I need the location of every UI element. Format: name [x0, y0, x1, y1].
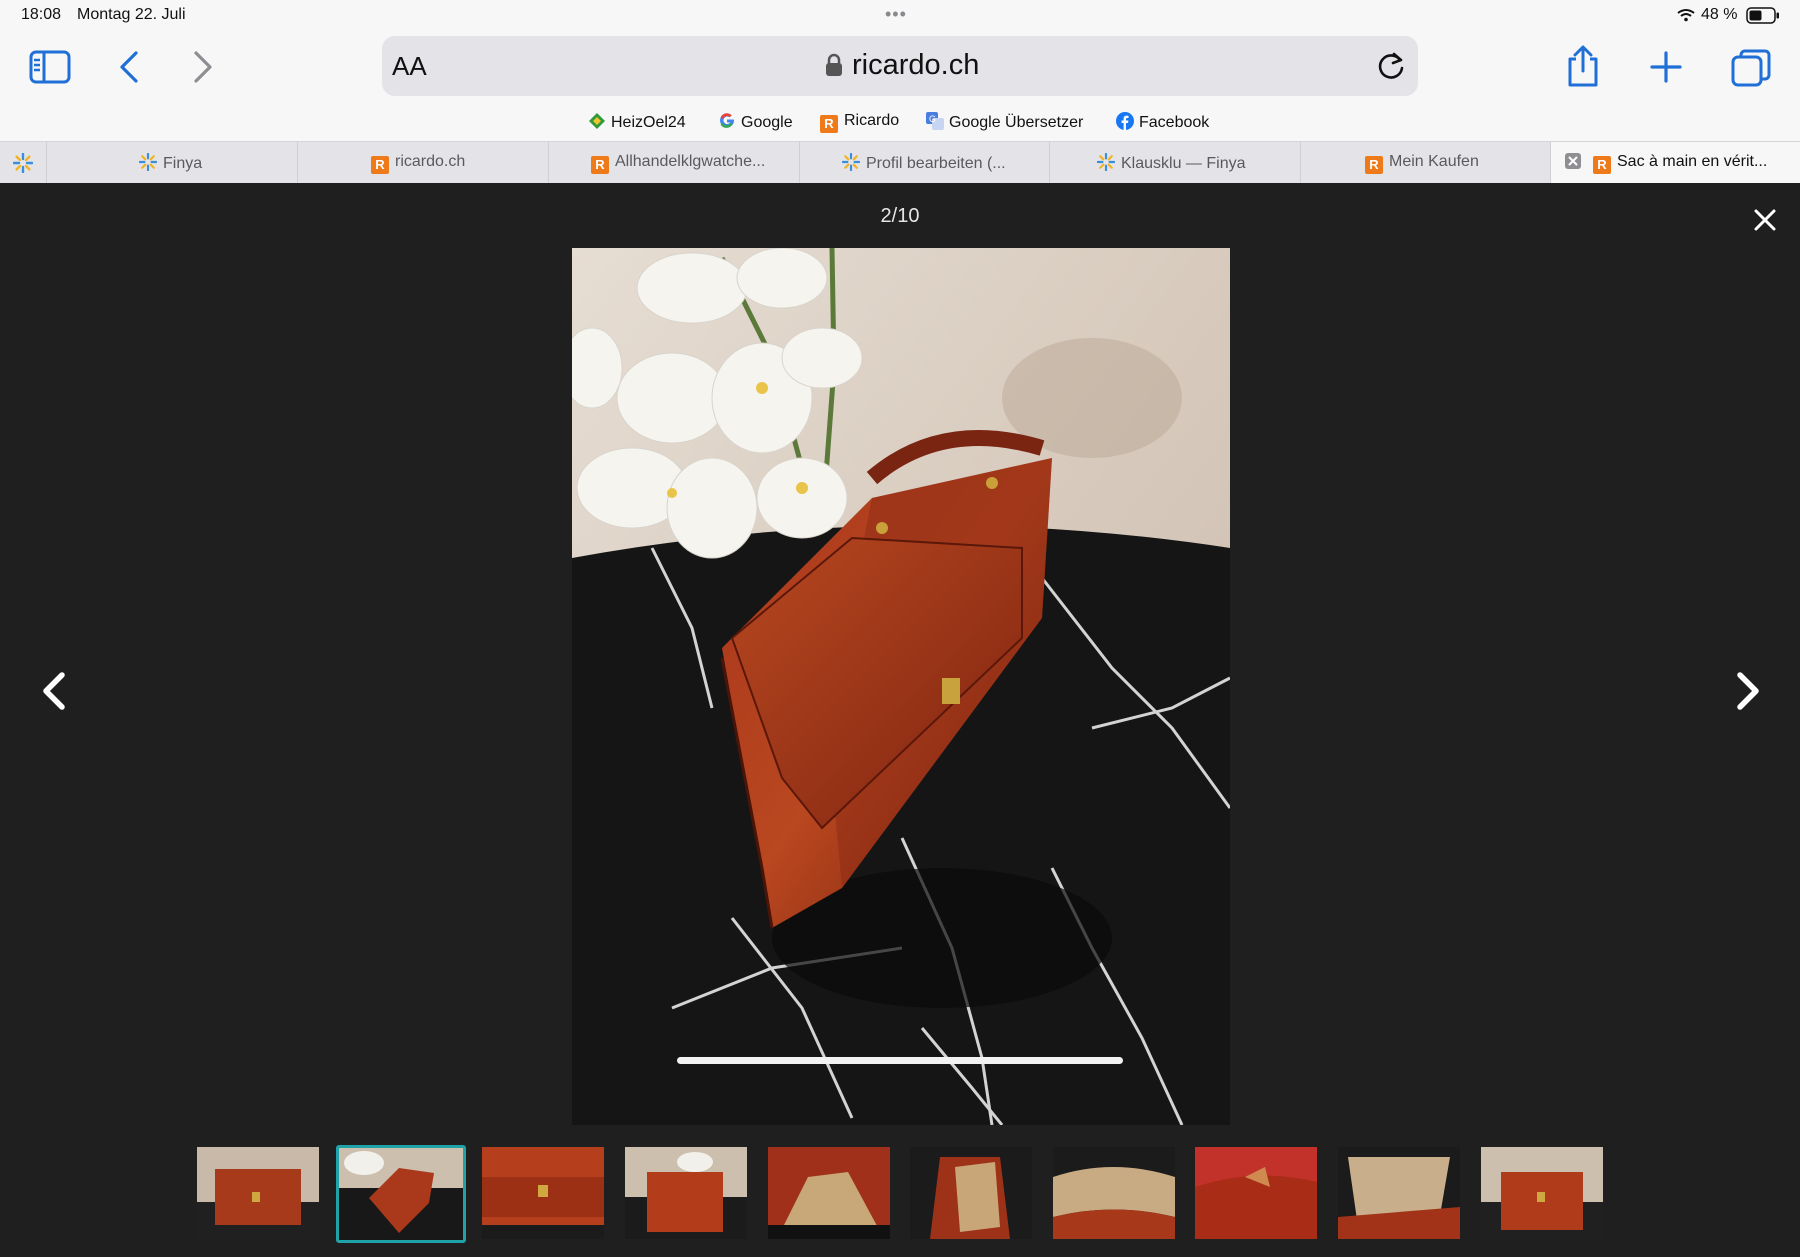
tab-sac-a-main-active[interactable]: R Sac à main en vérit... — [1550, 142, 1800, 183]
google-g-icon — [718, 112, 736, 130]
status-date: Montag 22. Juli — [77, 6, 186, 23]
lock-icon — [825, 53, 843, 82]
thumbnail-6[interactable] — [910, 1147, 1032, 1239]
tab-label: Mein Kaufen — [1389, 153, 1479, 170]
thumbnail-8[interactable] — [1195, 1147, 1317, 1239]
sidebar-toggle-icon[interactable] — [29, 50, 71, 89]
url-host: ricardo.ch — [852, 49, 980, 81]
tab-ricardo[interactable]: Rricardo.ch — [297, 142, 548, 183]
back-chevron-icon[interactable] — [118, 50, 140, 89]
multitasking-dots-icon[interactable]: ••• — [885, 4, 907, 25]
reload-icon[interactable] — [1376, 50, 1406, 87]
svg-text:G: G — [929, 114, 936, 124]
tab-bar: Finya Rricardo.ch R Allhandelklgwatche...… — [0, 141, 1800, 183]
facebook-icon — [1116, 112, 1134, 130]
ricardo-icon: R — [1365, 156, 1383, 174]
new-tab-plus-icon[interactable] — [1650, 51, 1682, 88]
tab-klausklu-finya[interactable]: Klausklu — Finya — [1049, 142, 1300, 183]
tab-label: Finya — [163, 155, 203, 172]
favorite-heizoel24[interactable]: HeizOel24 — [588, 112, 686, 132]
thumbnail-9[interactable] — [1338, 1147, 1460, 1239]
thumbnail-4[interactable] — [625, 1147, 747, 1239]
thumbnail-1[interactable] — [197, 1147, 319, 1239]
tab-label: Profil bearbeiten (... — [866, 155, 1006, 172]
favorite-label: Google Übersetzer — [949, 114, 1084, 131]
tab-mein-kaufen[interactable]: R Mein Kaufen — [1300, 142, 1550, 183]
share-icon[interactable] — [1566, 45, 1600, 92]
finya-icon — [841, 152, 861, 172]
status-time: 18:08 — [21, 6, 62, 23]
favorite-label: Ricardo — [844, 112, 900, 129]
battery-icon — [1746, 7, 1780, 29]
image-counter: 2/10 — [880, 205, 920, 227]
heizoel-diamond-icon — [588, 112, 606, 130]
close-icon[interactable] — [1750, 205, 1780, 235]
tab-label: Allhandelklgwatche... — [615, 153, 766, 170]
home-indicator[interactable] — [677, 1057, 1123, 1064]
thumbnail-3[interactable] — [482, 1147, 604, 1239]
image-lightbox: 2/10 — [0, 183, 1800, 1257]
favorite-google-translate[interactable]: G Google Übersetzer — [926, 112, 1083, 132]
next-image-arrow-icon[interactable] — [1730, 663, 1766, 719]
product-photo-leather-bag — [572, 248, 1230, 1125]
ricardo-icon: R — [371, 156, 389, 174]
browser-chrome: 18:08 Montag 22. Juli ••• 48 % AA ricard… — [0, 0, 1800, 183]
tab-label: ricardo.ch — [395, 153, 466, 170]
tab-profil-bearbeiten[interactable]: Profil bearbeiten (... — [799, 142, 1049, 183]
finya-icon — [12, 152, 34, 178]
favorite-google[interactable]: Google — [718, 112, 793, 132]
text-size-button[interactable]: AA — [392, 51, 427, 82]
thumbnail-2-selected[interactable] — [336, 1145, 466, 1243]
thumbnail-10[interactable] — [1481, 1147, 1603, 1239]
translate-icon: G — [926, 112, 944, 130]
ricardo-icon: R — [1593, 156, 1611, 174]
battery-percent: 48 % — [1701, 6, 1738, 23]
thumbnail-strip — [0, 1145, 1800, 1243]
tab-overview-icon[interactable] — [1731, 49, 1771, 92]
ricardo-icon: R — [820, 115, 838, 133]
favorite-label: HeizOel24 — [611, 114, 686, 131]
favorite-ricardo[interactable]: R Ricardo — [820, 112, 899, 133]
forward-chevron-icon[interactable] — [192, 50, 214, 89]
previous-image-arrow-icon[interactable] — [36, 663, 72, 719]
tab-label: Klausklu — Finya — [1121, 155, 1246, 172]
tab-close-icon[interactable] — [1565, 153, 1581, 174]
favorite-label: Google — [741, 114, 793, 131]
thumbnail-7[interactable] — [1053, 1147, 1175, 1239]
finya-icon — [138, 152, 158, 172]
ricardo-icon: R — [591, 156, 609, 174]
favorite-facebook[interactable]: Facebook — [1116, 112, 1209, 132]
address-bar[interactable]: AA ricardo.ch — [382, 36, 1418, 96]
thumbnail-5[interactable] — [768, 1147, 890, 1239]
tab-allhandel[interactable]: R Allhandelklgwatche... — [548, 142, 799, 183]
finya-icon — [1096, 152, 1116, 172]
tab-label: Sac à main en vérit... — [1617, 153, 1768, 170]
tab-finya[interactable]: Finya — [46, 142, 297, 183]
tab-pinned-finya[interactable] — [0, 142, 46, 183]
wifi-icon — [1677, 8, 1695, 27]
favorite-label: Facebook — [1139, 114, 1210, 131]
